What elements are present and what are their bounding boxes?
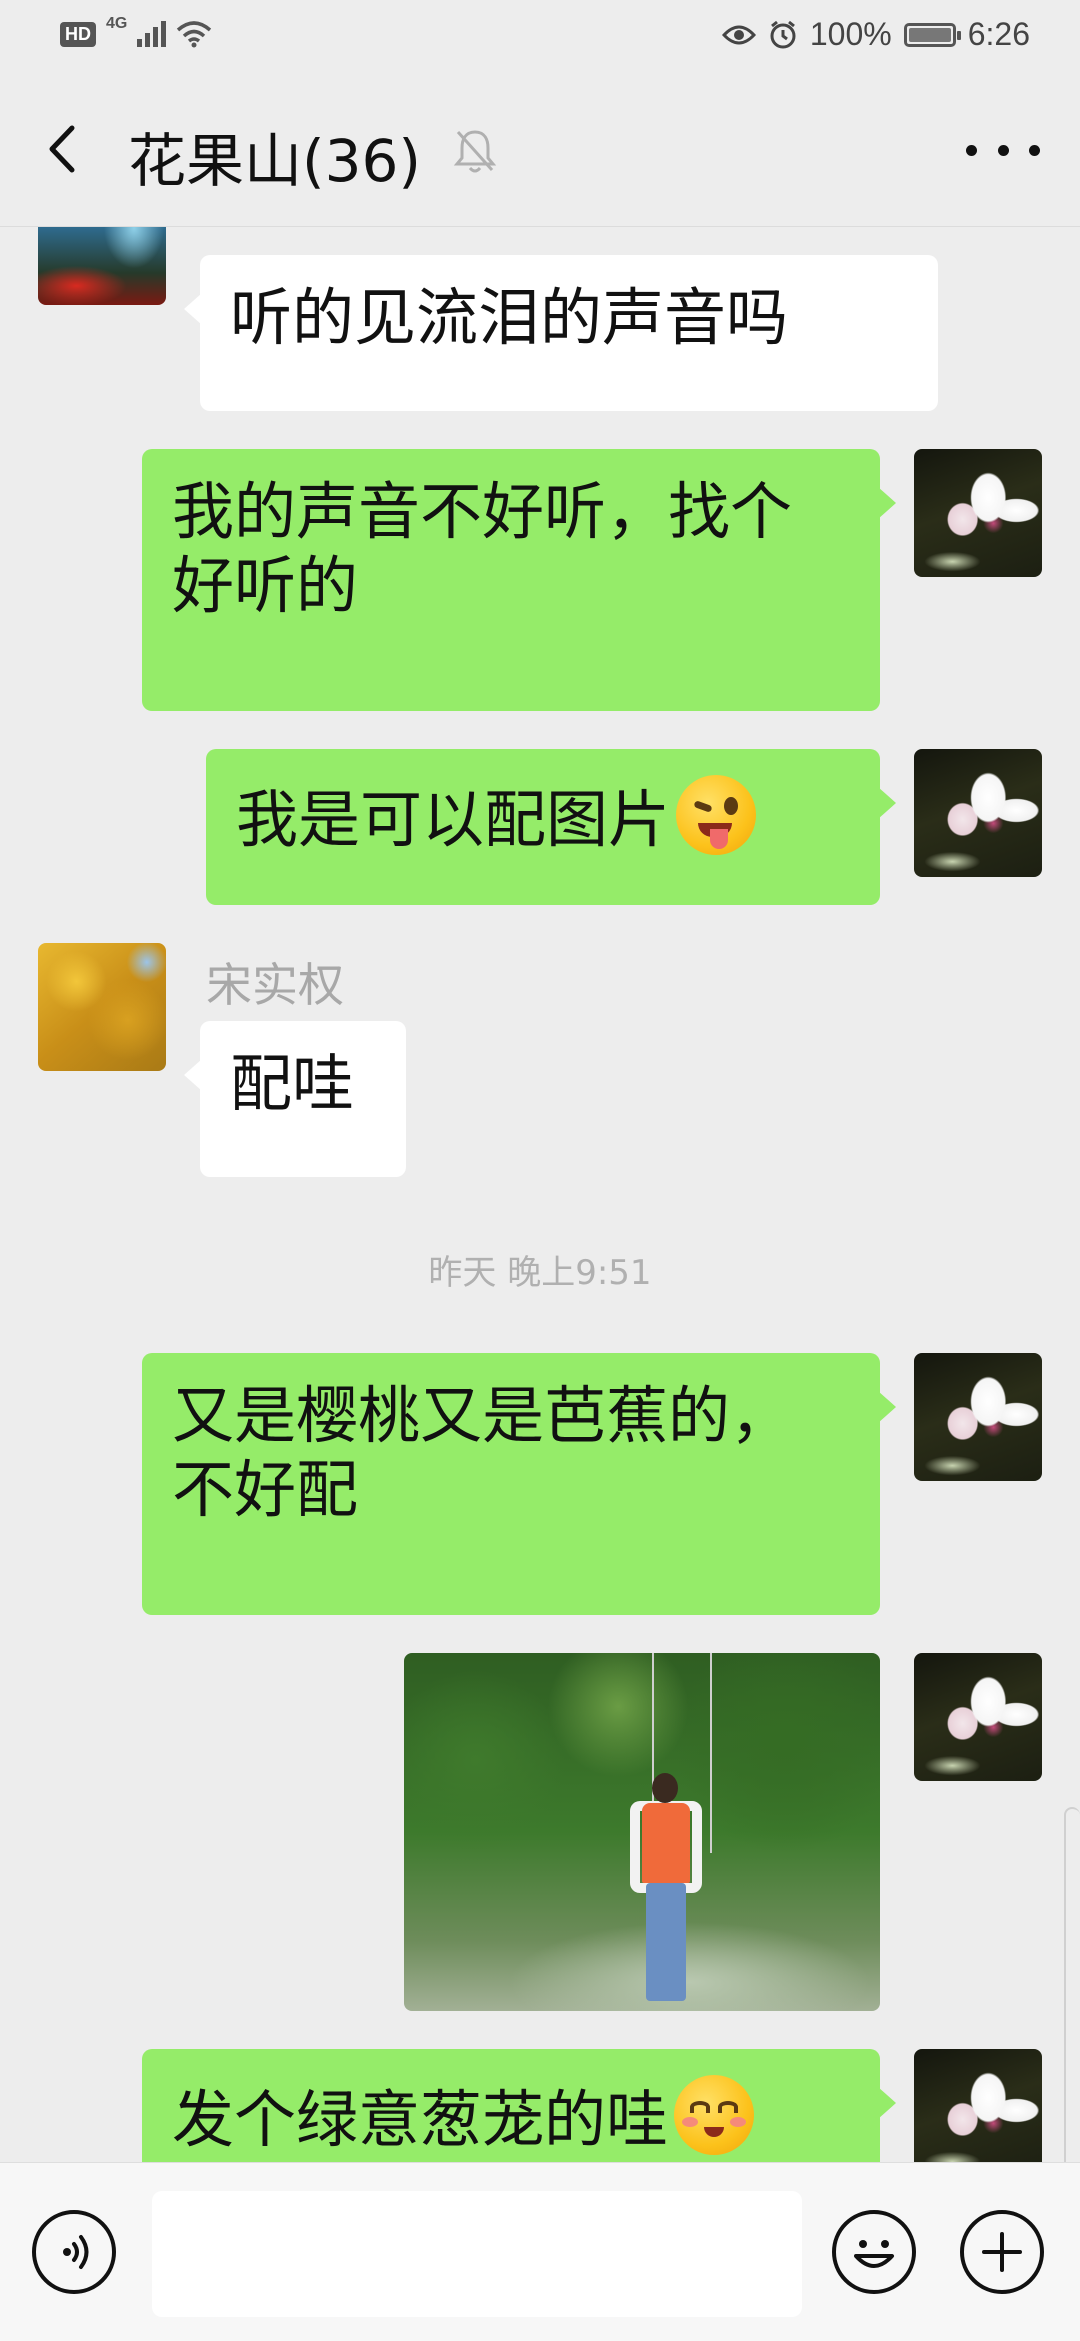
wink-tongue-emoji-icon (676, 775, 757, 855)
message-text: 发个绿意葱茏的哇 (172, 2083, 669, 2156)
mute-bell-icon (453, 130, 497, 173)
chat-title[interactable]: 花果山(36) (128, 114, 421, 198)
alarm-icon (770, 20, 796, 48)
avatar-self[interactable] (914, 1353, 1042, 1481)
battery-icon (903, 22, 961, 47)
input-bar (0, 2162, 1080, 2341)
wifi-icon (177, 21, 212, 48)
plus-icon[interactable] (960, 2210, 1044, 2294)
sender-name: 宋实权 (206, 958, 344, 1012)
timestamp-divider: 昨天 晚上9:51 (428, 1253, 652, 1293)
message-text: 我是可以配图片 (236, 783, 671, 856)
message-text: 我的声音不好听，找个好听的 (172, 475, 793, 623)
status-right: 100% 6:26 (721, 16, 1030, 53)
clock: 6:26 (967, 16, 1030, 52)
eye-icon (721, 25, 756, 44)
status-bar: HD 4G 100% 6:26 (0, 0, 1080, 74)
message-bubble-outgoing[interactable]: 发个绿意葱茏的哇 (142, 2049, 896, 2162)
message-bubble-outgoing[interactable]: 我的声音不好听，找个好听的 (142, 449, 896, 711)
battery-percent: 100% (809, 16, 892, 52)
message-bubble-outgoing[interactable]: 我是可以配图片 (206, 749, 896, 905)
message-bubble-incoming[interactable]: 听的见流泪的声音吗 (184, 255, 938, 411)
network-type: 4G (106, 15, 128, 32)
more-dots-icon[interactable] (966, 134, 1040, 166)
back-arrow-icon[interactable] (36, 114, 92, 184)
message-input[interactable] (152, 2191, 802, 2317)
avatar-self[interactable] (914, 2049, 1042, 2162)
message-list[interactable]: 听的见流泪的声音吗 我的声音不好听，找个好听的 我是可以配图片 宋实权 配哇 昨… (0, 227, 1080, 2162)
message-text: 配哇 (230, 1047, 355, 1120)
avatar-self[interactable] (914, 1653, 1042, 1781)
signal-icon (137, 21, 167, 47)
voice-icon[interactable] (32, 2210, 116, 2294)
photo-person (630, 1773, 702, 2003)
emoji-icon[interactable] (832, 2210, 916, 2294)
shy-smile-emoji-icon (674, 2075, 755, 2155)
scrollbar[interactable] (1064, 1807, 1080, 2162)
image-message[interactable] (404, 1653, 880, 2011)
avatar-sender-landscape[interactable] (38, 227, 166, 305)
message-bubble-outgoing[interactable]: 又是樱桃又是芭蕉的，不好配 (142, 1353, 896, 1615)
message-bubble-incoming[interactable]: 配哇 (184, 1021, 406, 1177)
message-text: 又是樱桃又是芭蕉的，不好配 (172, 1379, 793, 1527)
chat-header: 花果山(36) (0, 74, 1080, 227)
avatar-sender-ginkgo[interactable] (38, 943, 166, 1071)
avatar-self[interactable] (914, 449, 1042, 577)
hd-badge: HD (60, 21, 96, 47)
avatar-self[interactable] (914, 749, 1042, 877)
status-left: HD 4G (60, 15, 212, 48)
message-text: 听的见流泪的声音吗 (230, 281, 789, 354)
